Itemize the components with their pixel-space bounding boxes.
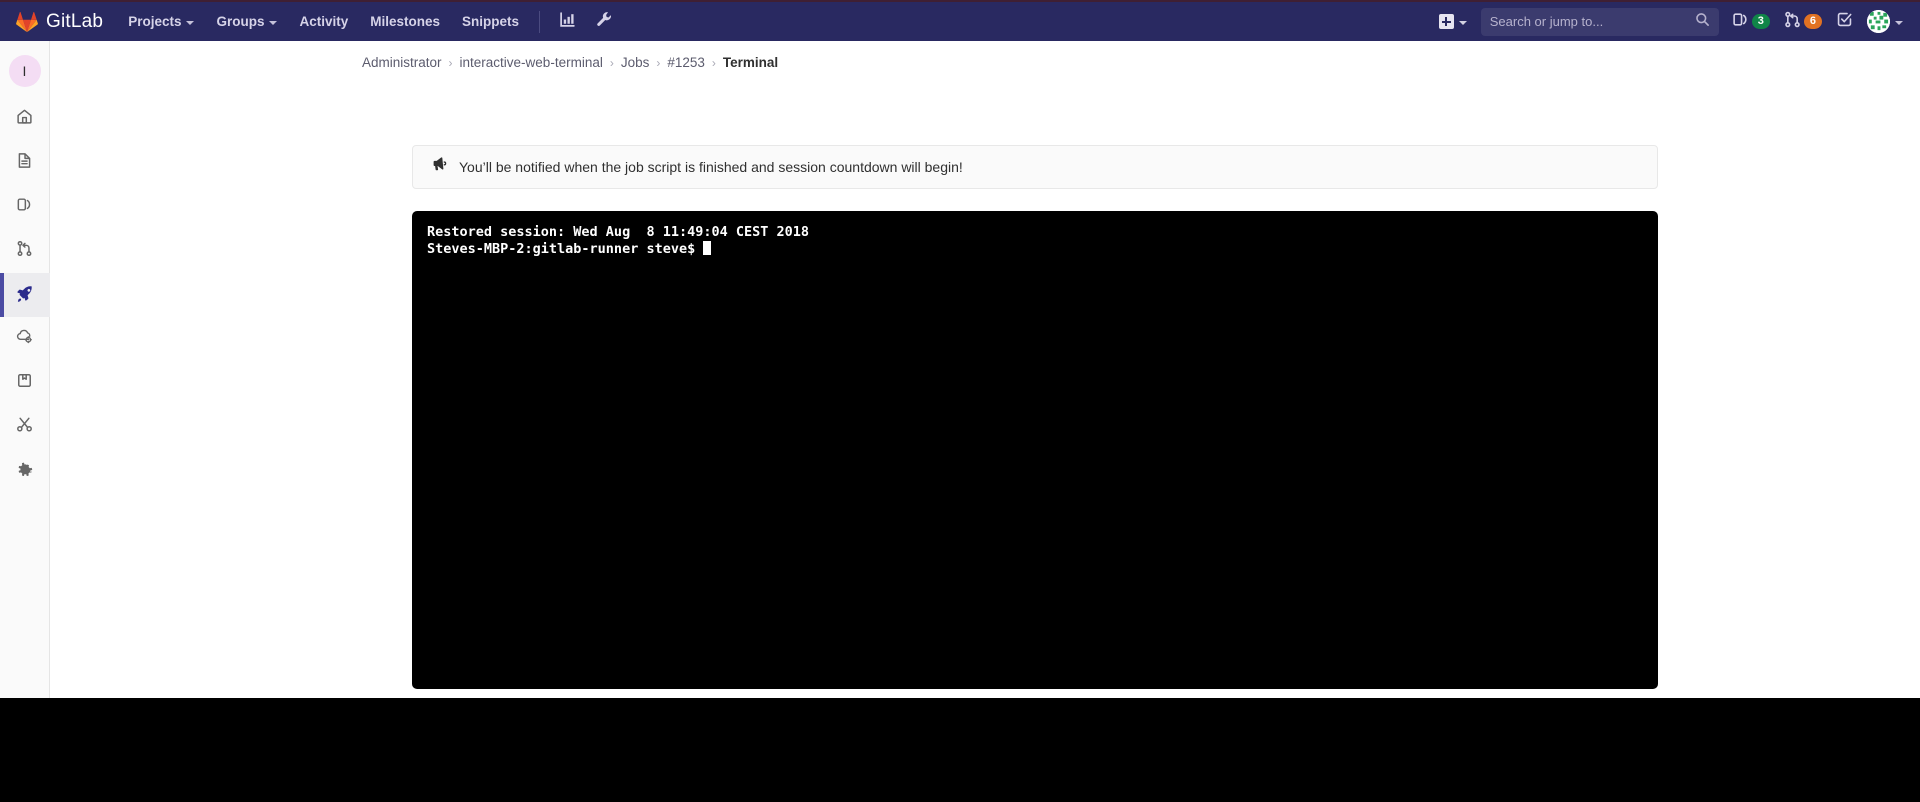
nav-item-activity[interactable]: Activity bbox=[288, 2, 359, 41]
scissors-icon bbox=[16, 416, 33, 438]
nav-item-snippets-label: Snippets bbox=[462, 14, 520, 29]
megaphone-icon bbox=[430, 156, 447, 178]
chevron-down-icon bbox=[269, 20, 278, 25]
merge-request-icon bbox=[16, 240, 33, 262]
notification-alert: You’ll be notified when the job script i… bbox=[412, 145, 1658, 189]
sidebar-item-settings[interactable] bbox=[0, 449, 50, 493]
issues-icon bbox=[16, 196, 33, 218]
rocket-icon bbox=[16, 284, 34, 307]
chevron-down-icon bbox=[1458, 20, 1467, 25]
gear-icon bbox=[16, 460, 34, 483]
breadcrumb-separator-icon: › bbox=[448, 55, 453, 70]
issues-count-badge: 3 bbox=[1751, 13, 1770, 30]
search-box[interactable] bbox=[1480, 7, 1719, 36]
nav-item-groups[interactable]: Groups bbox=[205, 2, 288, 41]
nav-item-snippets[interactable]: Snippets bbox=[451, 2, 530, 41]
user-avatar-identicon bbox=[1867, 10, 1890, 33]
web-terminal[interactable]: Restored session: Wed Aug 8 11:49:04 CES… bbox=[412, 211, 1658, 689]
cloud-gear-icon bbox=[16, 328, 33, 350]
top-navbar: GitLab Projects Groups Activity Mileston… bbox=[0, 0, 1920, 41]
chart-bar-icon bbox=[559, 11, 576, 33]
user-menu-button[interactable] bbox=[1860, 2, 1912, 41]
document-icon bbox=[16, 152, 33, 174]
nav-item-activity-label: Activity bbox=[299, 14, 349, 29]
new-item-button[interactable] bbox=[1429, 2, 1477, 41]
todos-button[interactable] bbox=[1829, 2, 1860, 41]
page-bottom-area bbox=[0, 698, 1920, 802]
project-sidebar: I bbox=[0, 41, 50, 698]
wrench-icon bbox=[596, 11, 613, 33]
nav-item-projects[interactable]: Projects bbox=[117, 2, 205, 41]
sidebar-item-issues[interactable] bbox=[0, 185, 50, 229]
breadcrumb-separator-icon: › bbox=[656, 55, 661, 70]
navbar-left: GitLab Projects Groups Activity Mileston… bbox=[0, 2, 623, 41]
nav-item-milestones-label: Milestones bbox=[370, 14, 441, 29]
admin-area-button[interactable] bbox=[586, 2, 623, 41]
breadcrumb-item-jobs[interactable]: Jobs bbox=[621, 55, 650, 70]
merge-requests-counter[interactable]: 6 bbox=[1777, 2, 1829, 41]
issues-icon bbox=[1732, 11, 1749, 33]
breadcrumb-item-project[interactable]: interactive-web-terminal bbox=[460, 55, 603, 70]
sidebar-item-overview[interactable] bbox=[0, 97, 50, 141]
nav-item-milestones[interactable]: Milestones bbox=[359, 2, 451, 41]
sidebar-item-packages[interactable] bbox=[0, 361, 50, 405]
search-input[interactable] bbox=[1489, 14, 1695, 29]
navbar-right: 3 6 bbox=[1429, 2, 1920, 41]
gitlab-fox-logo-icon bbox=[16, 11, 38, 33]
merge-request-icon bbox=[1784, 11, 1801, 33]
sidebar-item-ci-cd[interactable] bbox=[0, 273, 50, 317]
sidebar-item-snippets[interactable] bbox=[0, 405, 50, 449]
chevron-down-icon bbox=[1895, 20, 1903, 25]
breadcrumb-item-administrator[interactable]: Administrator bbox=[362, 55, 442, 70]
breadcrumb-item-terminal: Terminal bbox=[722, 55, 779, 70]
issues-counter[interactable]: 3 bbox=[1725, 2, 1777, 41]
analytics-button[interactable] bbox=[549, 2, 586, 41]
sidebar-item-repository[interactable] bbox=[0, 141, 50, 185]
sidebar-item-operations[interactable] bbox=[0, 317, 50, 361]
terminal-line: Restored session: Wed Aug 8 11:49:04 CES… bbox=[427, 224, 810, 240]
gitlab-home-link[interactable]: GitLab bbox=[0, 2, 117, 41]
navbar-menu: Projects Groups Activity Milestones Snip… bbox=[117, 2, 623, 41]
nav-item-groups-label: Groups bbox=[216, 14, 265, 29]
todo-check-icon bbox=[1836, 11, 1853, 33]
breadcrumb: Administrator › interactive-web-terminal… bbox=[50, 41, 1920, 70]
terminal-prompt: Steves-MBP-2:gitlab-runner steve$ bbox=[427, 241, 704, 257]
merge-requests-count-badge: 6 bbox=[1803, 13, 1822, 30]
breadcrumb-item-job-id[interactable]: #1253 bbox=[667, 55, 705, 70]
nav-item-projects-label: Projects bbox=[128, 14, 182, 29]
alert-message: You’ll be notified when the job script i… bbox=[459, 159, 963, 175]
navbar-divider bbox=[539, 10, 541, 33]
plus-square-icon bbox=[1438, 14, 1454, 29]
sidebar-item-merge-requests[interactable] bbox=[0, 229, 50, 273]
breadcrumb-separator-icon: › bbox=[609, 55, 614, 70]
terminal-cursor bbox=[703, 241, 712, 255]
terminal-line-with-cursor: Steves-MBP-2:gitlab-runner steve$ bbox=[427, 241, 1643, 258]
breadcrumb-separator-icon: › bbox=[711, 55, 716, 70]
home-icon bbox=[16, 108, 33, 130]
main-content: Administrator › interactive-web-terminal… bbox=[50, 41, 1920, 698]
search-icon bbox=[1695, 12, 1710, 32]
brand-name: GitLab bbox=[46, 11, 104, 32]
package-icon bbox=[16, 372, 33, 394]
chevron-down-icon bbox=[186, 20, 195, 25]
project-avatar[interactable]: I bbox=[8, 55, 41, 87]
